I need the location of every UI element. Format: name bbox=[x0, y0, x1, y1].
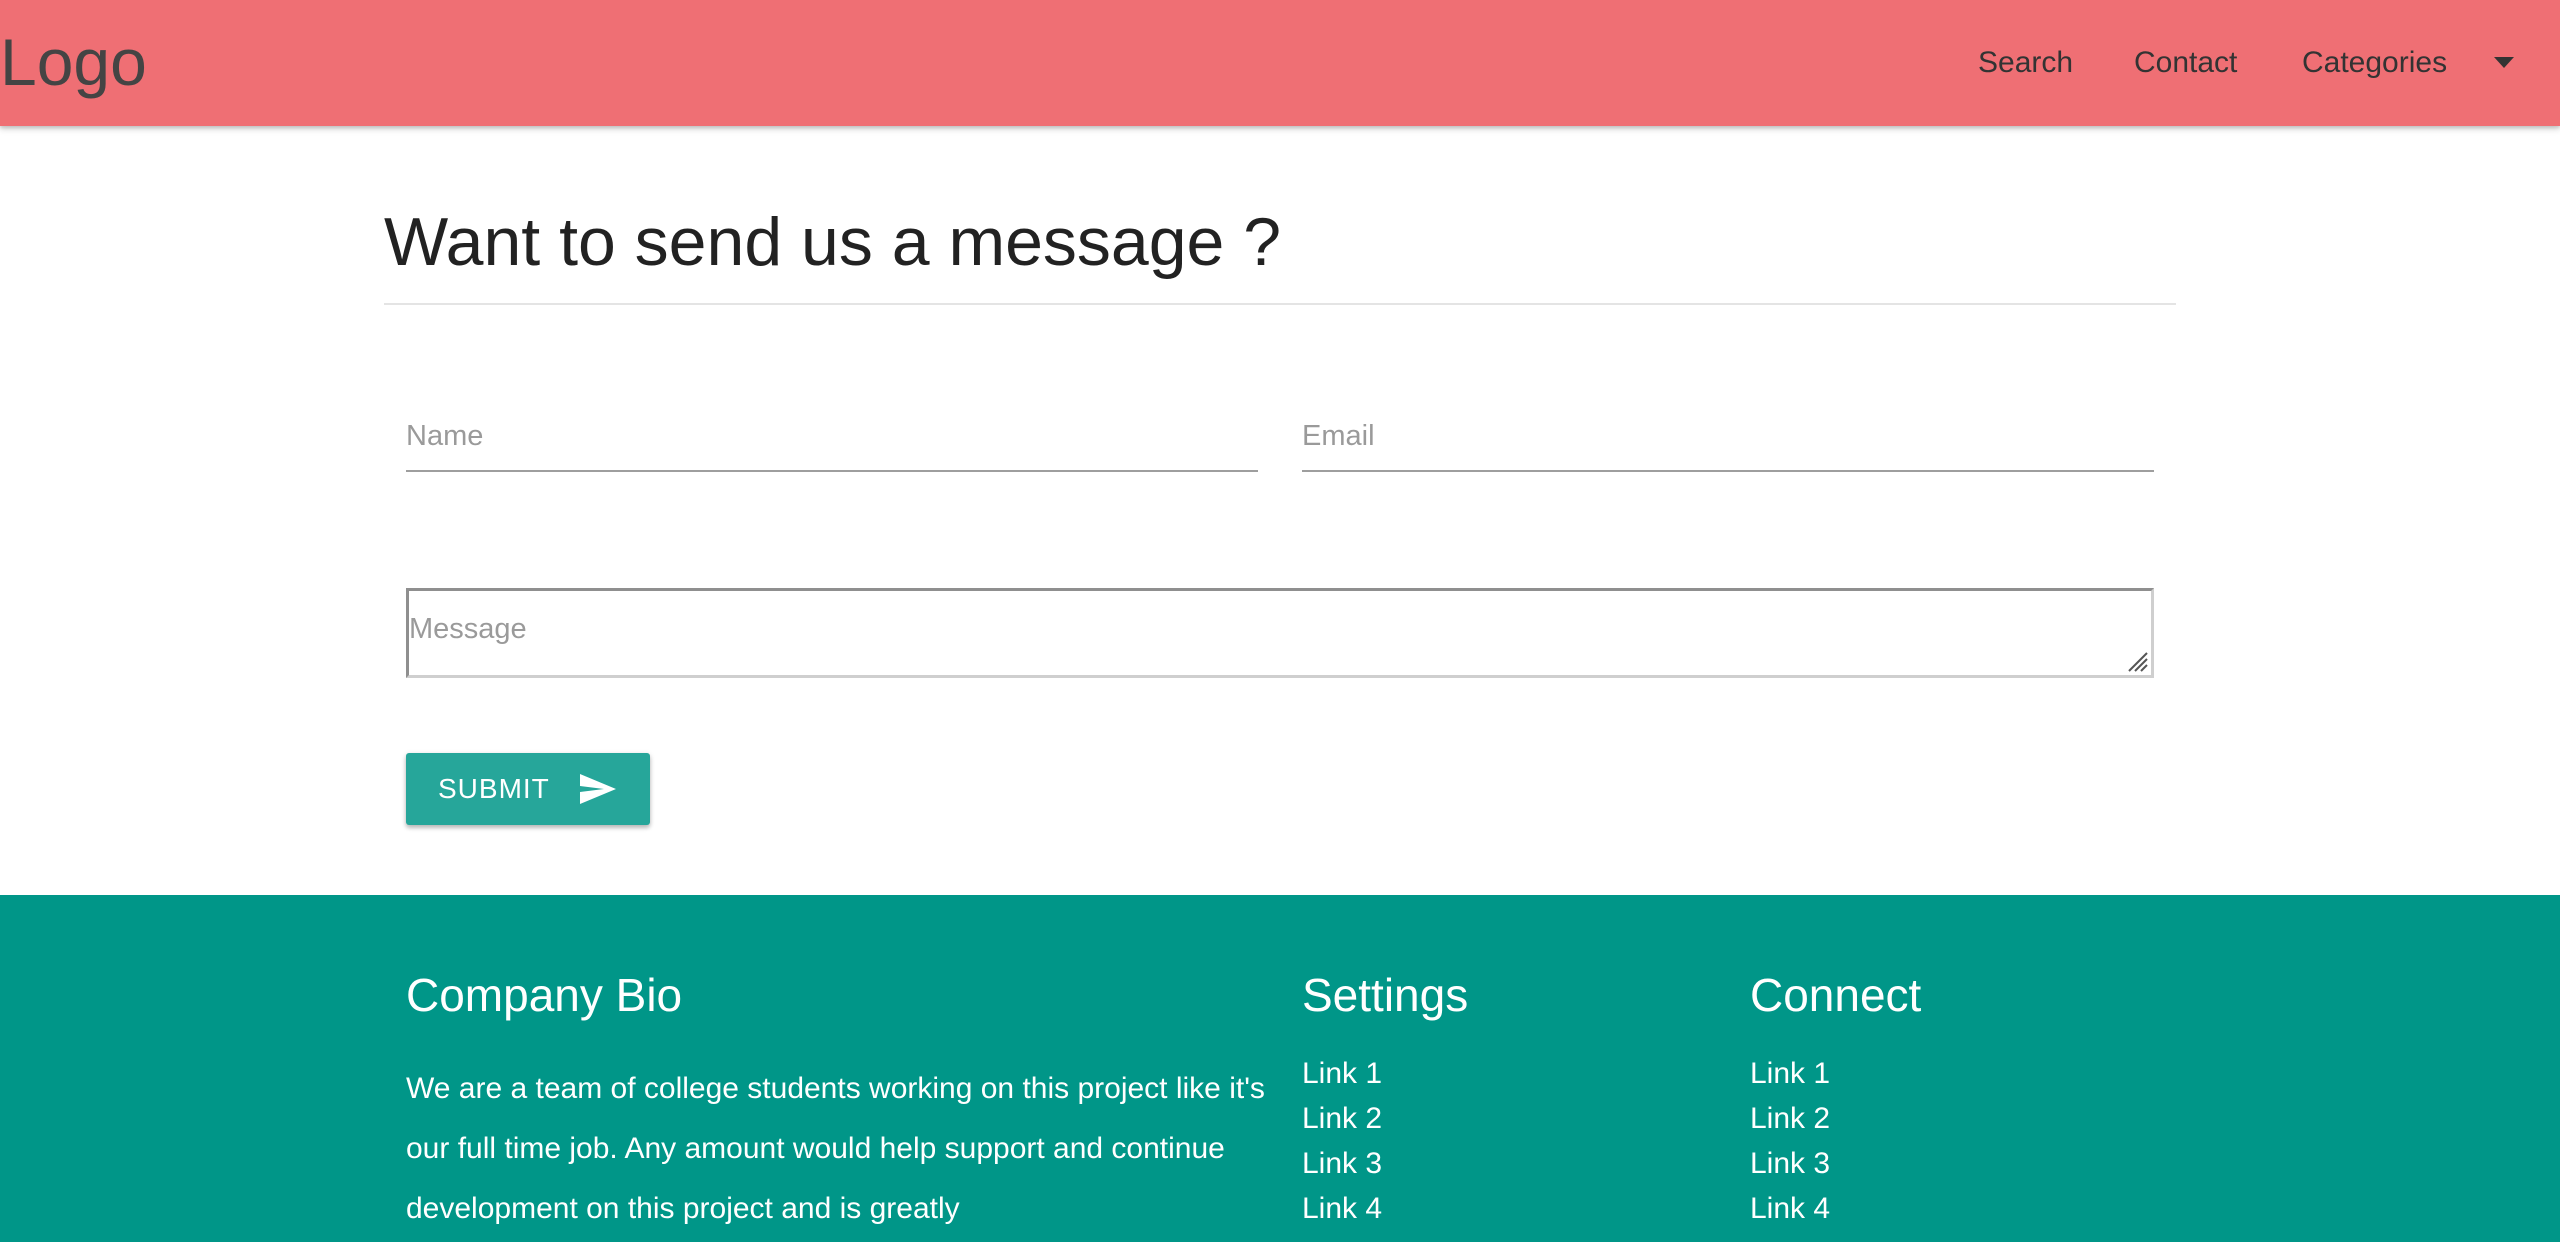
settings-link-3[interactable]: Link 3 bbox=[1302, 1147, 1382, 1180]
settings-link-1[interactable]: Link 1 bbox=[1302, 1057, 1382, 1090]
page-title: Want to send us a message ? bbox=[384, 204, 1282, 280]
send-icon bbox=[580, 774, 616, 804]
list-item: Link 2 bbox=[1302, 1096, 1382, 1141]
list-item: Link 3 bbox=[1750, 1141, 1830, 1186]
submit-button[interactable]: SUBMIT bbox=[406, 753, 650, 825]
navbar: Logo Search Contact Categories bbox=[0, 0, 2560, 126]
nav-link-categories[interactable]: Categories bbox=[2302, 40, 2447, 86]
settings-link-2[interactable]: Link 2 bbox=[1302, 1102, 1382, 1135]
nav-link-contact[interactable]: Contact bbox=[2134, 40, 2237, 86]
company-bio-text: We are a team of college students workin… bbox=[406, 1072, 1265, 1225]
logo-link[interactable]: Logo bbox=[0, 22, 147, 102]
message-field-wrapper bbox=[406, 588, 2154, 678]
connect-heading: Connect bbox=[1750, 969, 1922, 1021]
footer: Company Bio We are a team of college stu… bbox=[0, 895, 2560, 1242]
company-bio-heading: Company Bio bbox=[406, 969, 683, 1021]
list-item: Link 3 bbox=[1302, 1141, 1382, 1186]
email-field-wrapper bbox=[1302, 402, 2154, 472]
list-item: Link 4 bbox=[1750, 1186, 1830, 1231]
settings-link-list: Link 1 Link 2 Link 3 Link 4 bbox=[1302, 1051, 1382, 1231]
connect-link-1[interactable]: Link 1 bbox=[1750, 1057, 1830, 1090]
connect-link-list: Link 1 Link 2 Link 3 Link 4 bbox=[1750, 1051, 1830, 1231]
submit-button-label: SUBMIT bbox=[438, 773, 550, 804]
message-textarea[interactable] bbox=[409, 591, 2151, 675]
list-item: Link 1 bbox=[1302, 1051, 1382, 1096]
list-item: Link 1 bbox=[1750, 1051, 1830, 1096]
email-input[interactable] bbox=[1302, 402, 2154, 470]
nav-link-search[interactable]: Search bbox=[1978, 40, 2073, 86]
list-item: Link 4 bbox=[1302, 1186, 1382, 1231]
title-divider bbox=[384, 303, 2176, 305]
caret-down-icon[interactable] bbox=[2494, 57, 2514, 68]
name-input[interactable] bbox=[406, 402, 1258, 470]
resize-grip-icon[interactable] bbox=[2123, 647, 2149, 673]
settings-heading: Settings bbox=[1302, 969, 1469, 1021]
connect-link-2[interactable]: Link 2 bbox=[1750, 1102, 1830, 1135]
list-item: Link 2 bbox=[1750, 1096, 1830, 1141]
settings-link-4[interactable]: Link 4 bbox=[1302, 1192, 1382, 1225]
name-field-wrapper bbox=[406, 402, 1258, 472]
connect-link-3[interactable]: Link 3 bbox=[1750, 1147, 1830, 1180]
connect-link-4[interactable]: Link 4 bbox=[1750, 1192, 1830, 1225]
